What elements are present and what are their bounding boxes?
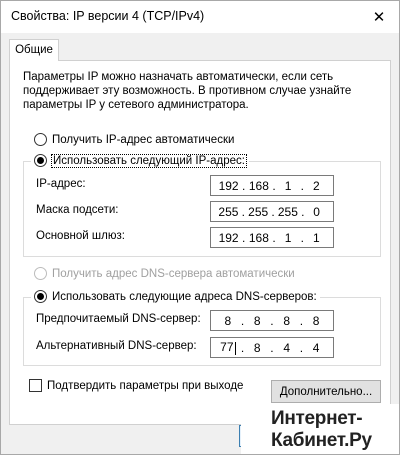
intro-text: Параметры IP можно назначать автоматичес… xyxy=(23,71,352,111)
subnet-mask-label: Маска подсети: xyxy=(36,204,119,216)
preferred-dns-row: Предпочитаемый DNS-сервер: 8. 8. 8. 8 xyxy=(23,310,334,332)
octet: 77 xyxy=(219,340,237,355)
dns-manual-label: Использовать следующие адреса DNS-сервер… xyxy=(52,290,317,303)
close-icon[interactable]: ✕ xyxy=(357,1,399,33)
ip-auto-radio[interactable] xyxy=(34,133,47,146)
octet: 1 xyxy=(284,178,292,193)
subnet-mask-row: Маска подсети: 255. 255. 255. 0 xyxy=(23,201,334,223)
octet: 0 xyxy=(313,204,320,219)
validate-on-exit-checkbox[interactable] xyxy=(29,379,42,392)
alternate-dns-label: Альтернативный DNS-сервер: xyxy=(36,340,197,352)
ip-auto-option[interactable]: Получить IP-адрес автоматически xyxy=(34,133,234,146)
preferred-dns-label: Предпочитаемый DNS-сервер: xyxy=(36,313,201,325)
subnet-mask-input[interactable]: 255. 255. 255. 0 xyxy=(210,201,334,222)
title-bar: Свойства: IP версии 4 (TCP/IPv4) ✕ xyxy=(1,1,399,33)
general-tab-panel: Параметры IP можно назначать автоматичес… xyxy=(9,60,391,425)
octet: 8 xyxy=(312,313,320,328)
octet: 2 xyxy=(313,178,320,193)
octet: 1 xyxy=(313,230,320,245)
watermark-line2: Кабинет.Ру xyxy=(271,430,372,451)
alternate-dns-row: Альтернативный DNS-сервер: 77. 8. 4. 4 xyxy=(23,337,334,359)
octet: 168 xyxy=(248,178,269,193)
ip-manual-label: Использовать следующий IP-адрес: xyxy=(51,153,247,168)
preferred-dns-input[interactable]: 8. 8. 8. 8 xyxy=(210,310,334,331)
dns-auto-option: Получить адрес DNS-сервера автоматически xyxy=(34,267,295,280)
octet: 8 xyxy=(253,340,261,355)
ip-manual-option[interactable]: Использовать следующий IP-адрес: xyxy=(31,153,249,168)
advanced-button[interactable]: Дополнительно... xyxy=(271,380,381,403)
ip-manual-radio[interactable] xyxy=(34,154,47,167)
octet: 255 xyxy=(277,204,298,219)
ip-address-input[interactable]: 192. 168. 1. 2 xyxy=(210,175,334,196)
octet: 1 xyxy=(284,230,292,245)
octet: 8 xyxy=(253,313,261,328)
alternate-dns-input[interactable]: 77. 8. 4. 4 xyxy=(210,337,334,358)
watermark-line1: Интернет- xyxy=(271,408,363,429)
default-gateway-label: Основной шлюз: xyxy=(36,230,125,242)
dns-manual-radio[interactable] xyxy=(34,290,47,303)
tab-general[interactable]: Общие xyxy=(9,39,59,61)
validate-on-exit-option[interactable]: Подтвердить параметры при выходе xyxy=(29,379,243,392)
octet: 255 xyxy=(248,204,269,219)
dns-auto-label: Получить адрес DNS-сервера автоматически xyxy=(52,267,295,280)
watermark-logo: Интернет- Кабинет.Ру xyxy=(241,404,399,454)
ip-auto-label: Получить IP-адрес автоматически xyxy=(52,133,235,146)
octet: 4 xyxy=(312,340,320,355)
watermark-text: Интернет- Кабинет.Ру xyxy=(271,408,372,452)
dns-manual-option[interactable]: Использовать следующие адреса DNS-сервер… xyxy=(31,290,320,303)
validate-on-exit-label: Подтвердить параметры при выходе xyxy=(47,379,244,392)
octet: 192 xyxy=(218,178,239,193)
dns-auto-radio xyxy=(34,267,47,280)
octet: 8 xyxy=(224,313,232,328)
octet: 8 xyxy=(283,313,290,328)
ip-address-row: IP-адрес: 192. 168. 1. 2 xyxy=(23,175,334,197)
octet: 255 xyxy=(218,204,239,219)
default-gateway-row: Основной шлюз: 192. 168. 1. 1 xyxy=(23,227,334,249)
ipv4-properties-dialog: Свойства: IP версии 4 (TCP/IPv4) ✕ Общие… xyxy=(0,0,400,455)
window-title: Свойства: IP версии 4 (TCP/IPv4) xyxy=(11,9,205,23)
octet: 168 xyxy=(248,230,269,245)
octet-value: 77 xyxy=(220,340,234,355)
octet: 192 xyxy=(218,230,239,245)
octet: 4 xyxy=(283,340,290,355)
text-cursor xyxy=(234,341,236,355)
default-gateway-input[interactable]: 192. 168. 1. 1 xyxy=(210,227,334,248)
ip-address-label: IP-адрес: xyxy=(36,178,86,190)
